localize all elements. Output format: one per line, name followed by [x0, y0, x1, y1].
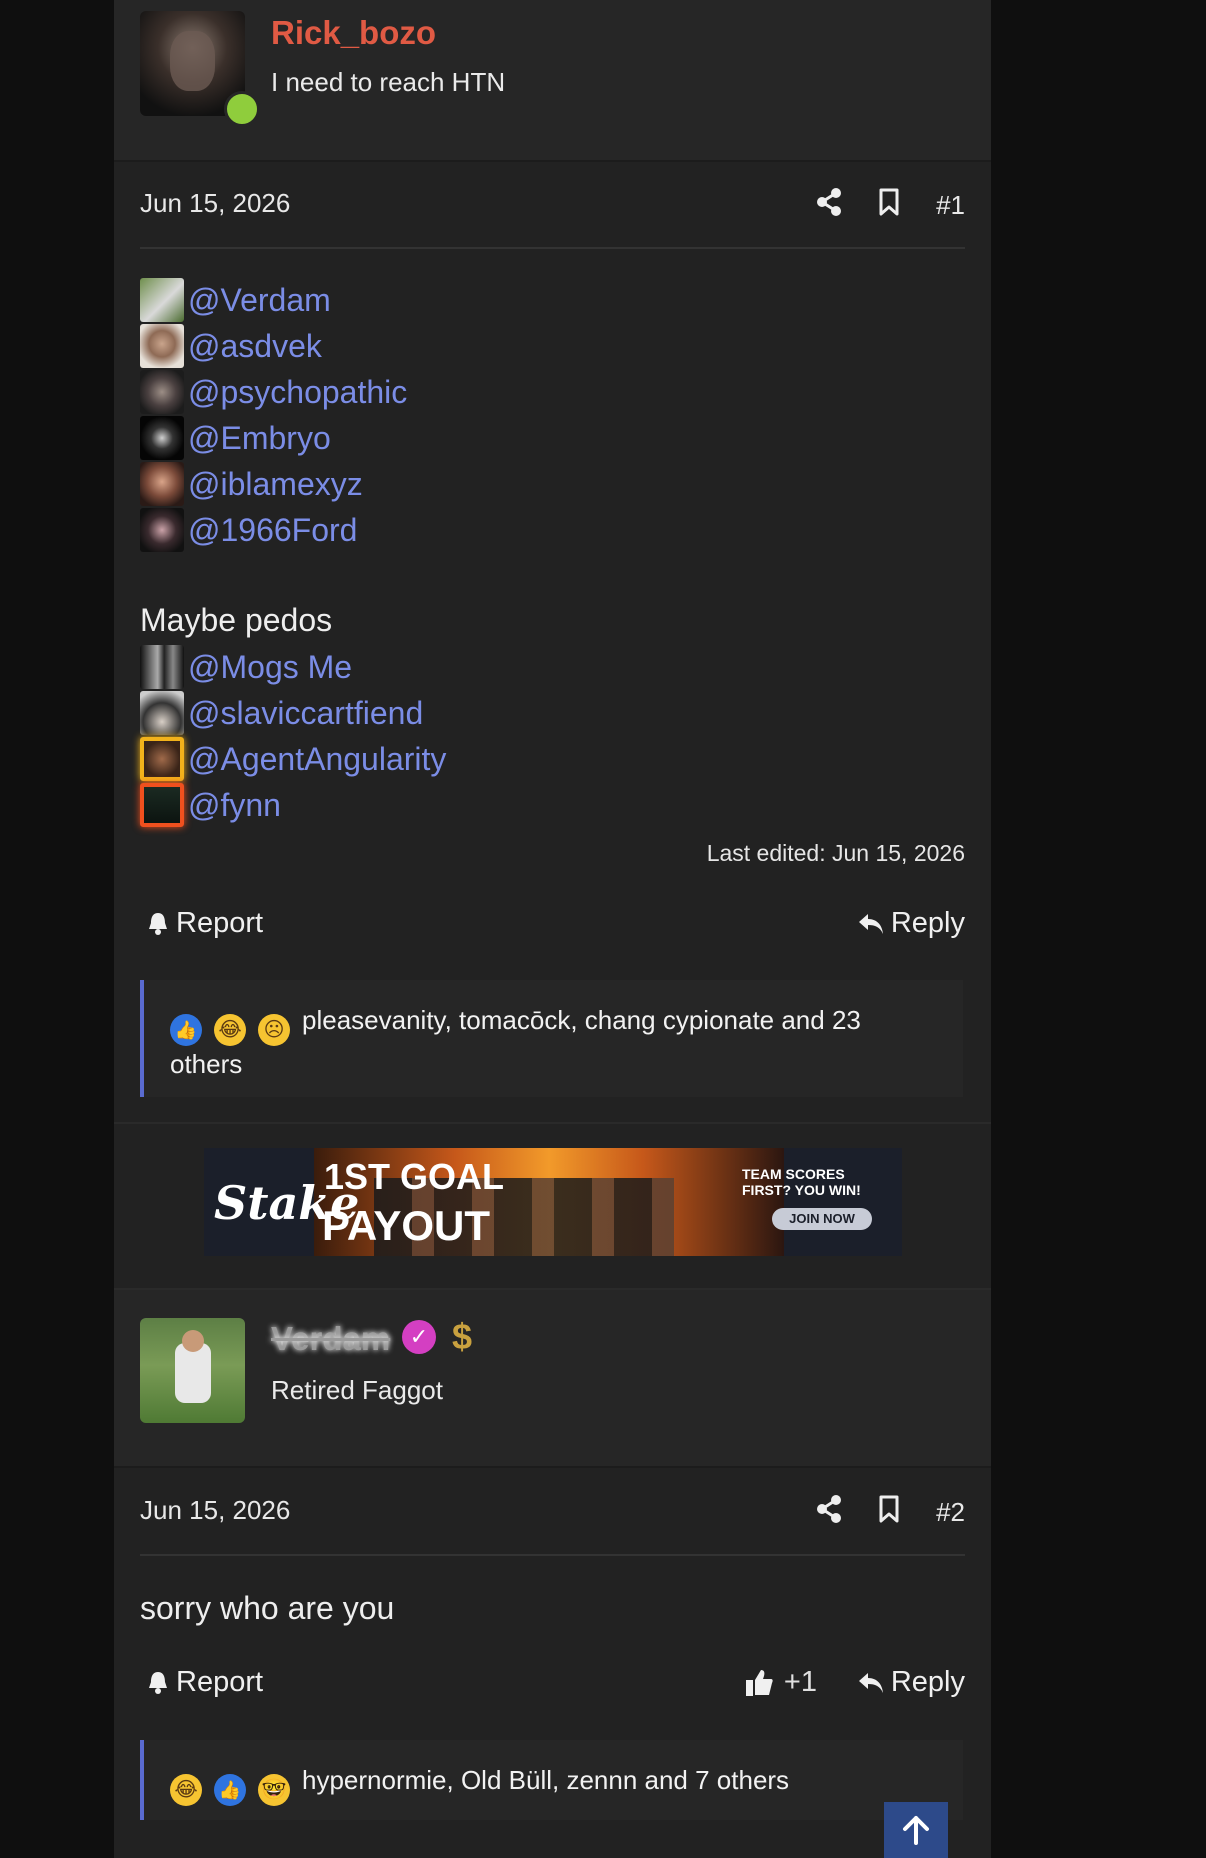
mention-name[interactable]: @1966Ford: [188, 512, 357, 549]
mention-avatar: [140, 324, 184, 368]
reply-label: Reply: [890, 1666, 965, 1698]
nerd-reaction-icon: 🤓: [258, 1774, 290, 1806]
post2-username-text: Verdam: [271, 1320, 391, 1357]
like-count: +1: [783, 1666, 817, 1698]
post2-meta: Jun 15, 2026 #2: [140, 1495, 965, 1535]
mention-avatar: [140, 278, 184, 322]
post2-username[interactable]: Verdam: [271, 1320, 390, 1358]
mention-link[interactable]: @1966Ford: [140, 508, 357, 552]
mention-name[interactable]: @asdvek: [188, 328, 322, 365]
mention-link[interactable]: @AgentAngularity: [140, 737, 446, 781]
post1-username[interactable]: Rick_bozo: [271, 14, 436, 52]
mention-link[interactable]: @asdvek: [140, 324, 322, 368]
post2-body: sorry who are you: [140, 1590, 395, 1626]
post2-reactions-bar[interactable]: 😂 👍 🤓 hypernormie, Old Büll, zennn and 7 ot…: [140, 1740, 963, 1820]
report-label: Report: [176, 907, 264, 939]
mention-name[interactable]: @slaviccartfiend: [188, 695, 423, 732]
mention-avatar: [140, 462, 184, 506]
mention-name[interactable]: @iblamexyz: [188, 466, 363, 503]
mention-name[interactable]: @psychopathic: [188, 374, 407, 411]
user-bar-pointer: [170, 140, 214, 160]
mention-link[interactable]: @iblamexyz: [140, 462, 363, 506]
dollar-badge-icon: $: [452, 1316, 473, 1357]
thumbs-up-icon: [745, 1669, 773, 1696]
arrow-up-icon: [903, 1816, 929, 1845]
scroll-to-top-button[interactable]: [884, 1802, 948, 1858]
laughing-reaction-icon: 😂: [214, 1014, 246, 1046]
mention-name[interactable]: @AgentAngularity: [188, 741, 446, 778]
ad-headline-bottom: PAYOUT: [322, 1202, 491, 1249]
mention-link[interactable]: @psychopathic: [140, 370, 407, 414]
mention-name[interactable]: @Verdam: [188, 282, 331, 319]
mention-link[interactable]: @fynn: [140, 783, 281, 827]
reply-label: Reply: [890, 907, 965, 939]
share-icon[interactable]: [816, 188, 842, 223]
bookmark-icon[interactable]: [878, 1495, 900, 1530]
report-label: Report: [176, 1666, 264, 1698]
ad-tagline: TEAM SCORES FIRST? YOU WIN!: [742, 1166, 861, 1198]
like-reaction-icon: 👍: [170, 1014, 202, 1046]
mention-avatar: [140, 370, 184, 414]
mention-name[interactable]: @fynn: [188, 787, 281, 824]
laughing-reaction-icon: 😂: [170, 1774, 202, 1806]
post1-number[interactable]: #1: [936, 190, 965, 221]
mention-avatar: [140, 783, 184, 827]
post1-user-title: I need to reach HTN: [271, 67, 506, 97]
like-button[interactable]: +1: [744, 1666, 817, 1699]
bell-icon: [149, 912, 167, 935]
mention-name[interactable]: @Embryo: [188, 420, 331, 457]
post1-date[interactable]: Jun 15, 2026: [140, 188, 290, 219]
post1-last-edited[interactable]: Last edited: Jun 15, 2026: [707, 840, 965, 867]
divider: [140, 247, 965, 249]
post2-user-title: Retired Faggot: [271, 1375, 443, 1405]
mention-name[interactable]: @Mogs Me: [188, 649, 352, 686]
ad-headline-top: 1ST GOAL: [324, 1156, 505, 1197]
verified-badge-icon: ✓: [402, 1320, 436, 1354]
reply-icon: [858, 913, 883, 934]
post2-date[interactable]: Jun 15, 2026: [140, 1495, 290, 1526]
bookmark-icon[interactable]: [878, 188, 900, 223]
post2-reactions-text[interactable]: hypernormie, Old Büll, zennn and 7 other…: [302, 1765, 789, 1795]
mention-link[interactable]: @Mogs Me: [140, 645, 352, 689]
mention-link[interactable]: @slaviccartfiend: [140, 691, 423, 735]
post2-number[interactable]: #2: [936, 1497, 965, 1528]
online-status-indicator: [224, 91, 260, 127]
mention-avatar: [140, 416, 184, 460]
post2-actions: Report +1 Reply: [140, 1666, 965, 1706]
divider: [140, 1554, 965, 1556]
thread-column: Rick_bozo I need to reach HTN Jun 15, 20…: [114, 0, 991, 1858]
user-bar-pointer: [170, 1446, 214, 1466]
post1-meta: Jun 15, 2026 #1: [140, 188, 965, 228]
report-button[interactable]: Report: [146, 1666, 263, 1699]
divider: [114, 1122, 991, 1124]
ad-cta-button[interactable]: JOIN NOW: [772, 1208, 872, 1230]
post1-actions: Report Reply: [140, 907, 965, 947]
stake-ad-banner[interactable]: Stake 1ST GOAL PAYOUT TEAM SCORES FIRST?…: [204, 1148, 902, 1256]
post2-user-bar: Verdam ✓ $ Retired Faggot: [114, 1290, 991, 1466]
mention-avatar: [140, 645, 184, 689]
post1-section-label: Maybe pedos: [140, 602, 333, 638]
sad-reaction-icon: ☹: [258, 1014, 290, 1046]
mention-avatar: [140, 737, 184, 781]
mention-link[interactable]: @Embryo: [140, 416, 331, 460]
report-button[interactable]: Report: [146, 907, 263, 940]
like-reaction-icon: 👍: [214, 1774, 246, 1806]
mention-avatar: [140, 691, 184, 735]
post1-reactions-bar[interactable]: 👍 😂 ☹ pleasevanity, tomacōck, chang cypiona…: [140, 980, 963, 1097]
reply-button[interactable]: Reply: [857, 1666, 965, 1699]
reply-button[interactable]: Reply: [857, 907, 965, 940]
mention-link[interactable]: @Verdam: [140, 278, 331, 322]
mention-avatar: [140, 508, 184, 552]
post1-user-bar: Rick_bozo I need to reach HTN: [114, 0, 991, 160]
post2-avatar[interactable]: [140, 1318, 245, 1423]
share-icon[interactable]: [816, 1495, 842, 1530]
bell-icon: [149, 1671, 167, 1694]
reply-icon: [858, 1672, 883, 1693]
